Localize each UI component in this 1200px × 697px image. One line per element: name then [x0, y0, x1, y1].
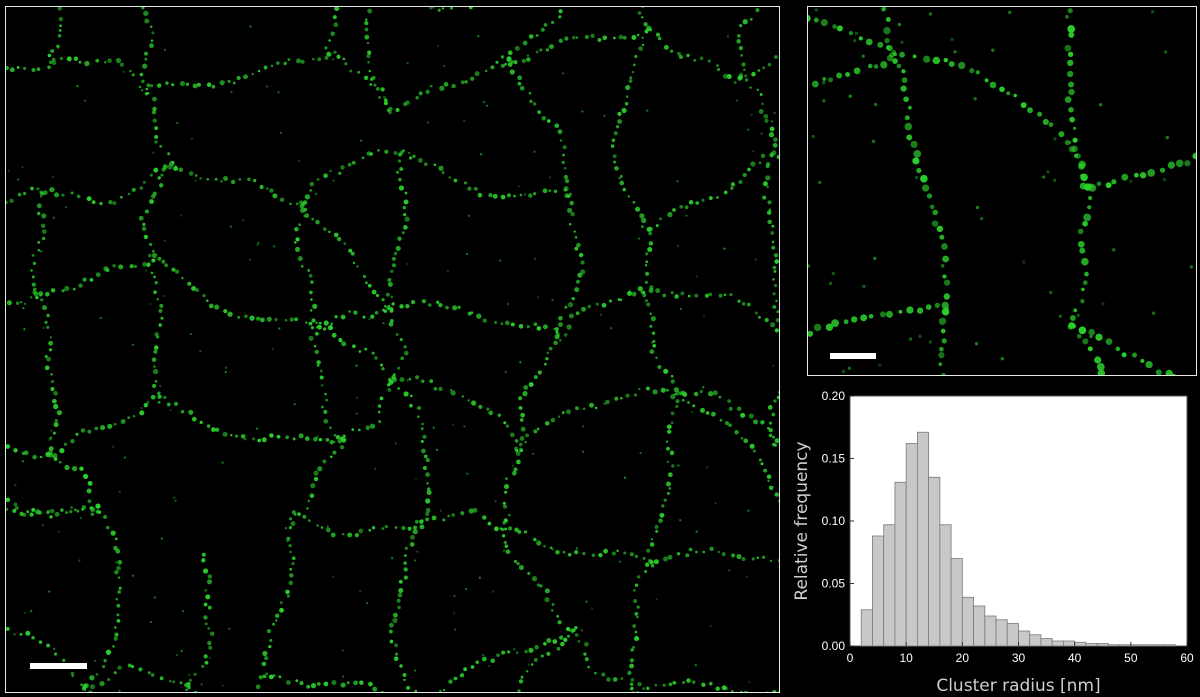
histogram-bar [1006, 623, 1019, 647]
inset-micrograph-image [808, 7, 1196, 375]
y-tick-label: 0.05 [822, 577, 846, 591]
x-tick-label: 40 [1068, 651, 1082, 665]
histogram-bar [916, 431, 930, 647]
main-micrograph-image [6, 7, 779, 692]
histogram-bar [1141, 644, 1154, 647]
y-ticks-group: 0.00 0.05 0.10 0.15 0.20 [822, 389, 854, 653]
histogram-bar [1051, 640, 1064, 647]
x-tick-label: 0 [847, 651, 854, 665]
histogram-bar [950, 558, 963, 647]
histogram-bar [1152, 644, 1165, 647]
inset-micrograph-panel [807, 6, 1197, 376]
histogram-bar [1085, 643, 1098, 647]
y-tick-label: 0.10 [822, 514, 846, 528]
histogram-bar [1029, 634, 1042, 647]
x-tick-label: 60 [1180, 651, 1194, 665]
histogram-bar [939, 524, 952, 647]
main-scale-bar [30, 663, 87, 669]
histogram-bar [1040, 638, 1053, 647]
x-tick-label: 10 [899, 651, 913, 665]
histogram-bar [1119, 644, 1132, 647]
histogram-bar [1063, 640, 1076, 647]
histogram-bar [1096, 643, 1109, 647]
y-tick-label: 0.20 [822, 389, 846, 403]
histogram-bar [872, 535, 885, 647]
cluster-radius-histogram: 0 10 20 30 40 50 60 0.00 0.05 0.10 0.15 0.20 Clust… [780, 380, 1200, 697]
y-tick-label: 0.15 [822, 452, 846, 466]
histogram-bar [905, 443, 918, 647]
histogram-bar [1130, 644, 1143, 647]
inset-scale-bar [830, 353, 876, 359]
histogram-bar [984, 615, 997, 647]
main-micrograph-panel [5, 6, 780, 693]
histogram-bar [995, 619, 1008, 647]
histogram-bar [894, 481, 907, 647]
x-tick-label: 50 [1124, 651, 1138, 665]
histogram-bar [1074, 641, 1087, 647]
y-tick-label: 0.00 [822, 639, 846, 653]
histogram-bar [1164, 644, 1177, 647]
histogram-svg: 0 10 20 30 40 50 60 0.00 0.05 0.10 0.15 0.20 Clust… [792, 389, 1194, 696]
histogram-bar [928, 476, 941, 647]
x-tick-label: 20 [956, 651, 970, 665]
histogram-bar [961, 596, 974, 647]
histogram-bar [1018, 630, 1031, 647]
x-tick-label: 30 [1012, 651, 1026, 665]
y-axis-label: Relative frequency [792, 441, 812, 600]
histogram-bar [883, 524, 896, 647]
histogram-bar [973, 605, 986, 647]
histogram-bar [860, 609, 873, 647]
x-axis-label: Cluster radius [nm] [936, 676, 1100, 696]
histogram-bar [1107, 644, 1121, 647]
